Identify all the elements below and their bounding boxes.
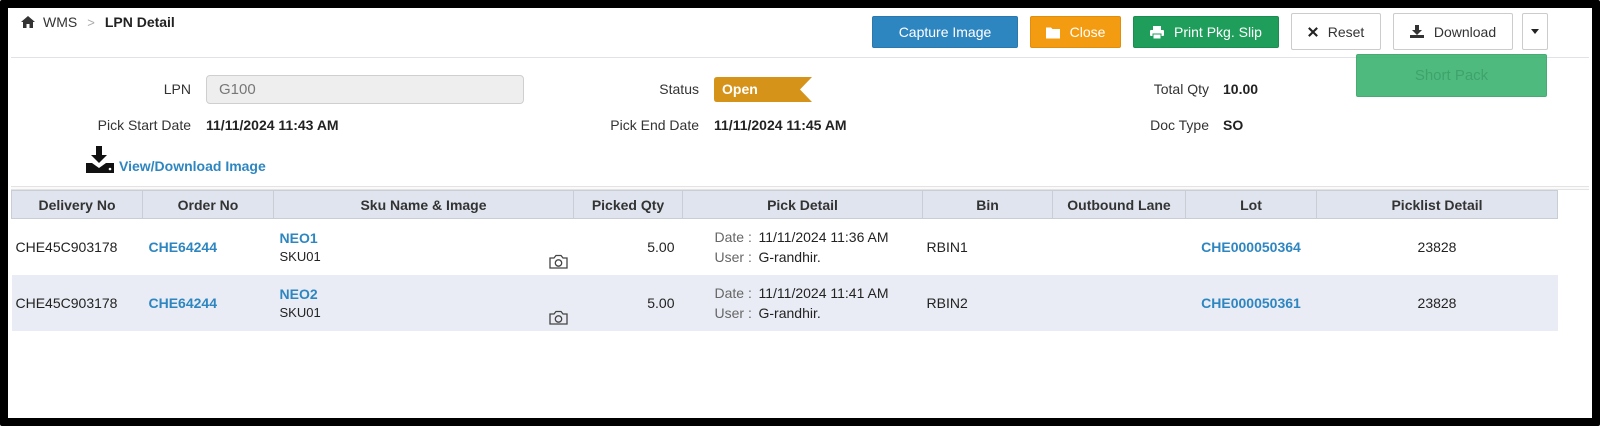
picked-qty-cell: 5.00 (573, 218, 683, 275)
view-download-image-label: View/Download Image (119, 158, 266, 174)
pick-lines-table: Delivery No Order No Sku Name & Image Pi… (11, 190, 1558, 331)
outbound-lane-cell (1052, 218, 1186, 275)
close-label: Close (1069, 24, 1106, 40)
picklist-detail-cell: 23828 (1316, 274, 1558, 331)
doc-type-value: SO (1223, 117, 1244, 133)
pick-detail-cell: Date : 11/11/2024 11:36 AM User : G-randhi… (682, 218, 923, 275)
print-pkg-slip-label: Print Pkg. Slip (1174, 24, 1262, 40)
close-button[interactable]: Close (1030, 16, 1121, 48)
delivery-no-cell: CHE45C903178 (11, 218, 143, 275)
col-header-bin[interactable]: Bin (922, 190, 1053, 219)
pick-end-date-value: 11/11/2024 11:45 AM (714, 117, 847, 133)
view-download-image-link[interactable]: View/Download Image (86, 146, 266, 174)
col-header-sku[interactable]: Sku Name & Image (273, 190, 574, 219)
pick-lines-grid: Delivery No Order No Sku Name & Image Pi… (11, 186, 1589, 331)
outbound-lane-cell (1052, 274, 1186, 331)
sku-code: SKU01 (279, 304, 321, 320)
capture-image-label: Capture Image (898, 24, 992, 40)
download-icon (1409, 25, 1424, 38)
x-icon (1307, 26, 1318, 37)
status-label: Status (659, 81, 699, 97)
table-row: CHE45C903178 CHE64244 NEO1 SKU01 5.00 Da… (11, 218, 1558, 275)
breadcrumb: WMS > LPN Detail (21, 14, 175, 30)
page-title: LPN Detail (104, 14, 175, 30)
col-header-picked-qty[interactable]: Picked Qty (573, 190, 683, 219)
picked-qty-cell: 5.00 (573, 274, 683, 331)
pick-date: 11/11/2024 11:41 AM (758, 284, 889, 301)
folder-icon (1045, 27, 1060, 38)
order-no-link[interactable]: CHE64244 (142, 218, 274, 275)
download-tray-icon (86, 146, 114, 173)
col-header-outbound-lane[interactable]: Outbound Lane (1052, 190, 1186, 219)
lpn-field[interactable] (206, 75, 524, 104)
col-header-lot[interactable]: Lot (1185, 190, 1317, 219)
pick-detail-cell: Date : 11/11/2024 11:41 AM User : G-randhi… (682, 274, 923, 331)
user-key: User : (714, 304, 752, 321)
printer-icon (1150, 25, 1165, 39)
print-pkg-slip-button[interactable]: Print Pkg. Slip (1133, 16, 1279, 48)
bin-cell: RBIN1 (922, 218, 1053, 275)
status-badge: Open (714, 77, 812, 102)
sku-code: SKU01 (279, 248, 321, 264)
pick-date: 11/11/2024 11:36 AM (758, 228, 889, 245)
pick-user: G-randhir. (758, 304, 821, 321)
col-header-pick-detail[interactable]: Pick Detail (682, 190, 923, 219)
caret-down-icon (1531, 29, 1539, 34)
pick-start-date-label: Pick Start Date (97, 117, 191, 133)
pick-user: G-randhir. (758, 248, 821, 265)
table-header-row: Delivery No Order No Sku Name & Image Pi… (11, 190, 1558, 219)
top-bar: WMS > LPN Detail Capture Image Close Pri… (11, 10, 1589, 58)
pick-start-date-value: 11/11/2024 11:43 AM (206, 117, 339, 133)
sku-cell: NEO2 SKU01 (273, 274, 574, 331)
reset-label: Reset (1327, 23, 1365, 40)
date-key: Date : (714, 284, 752, 301)
sku-cell: NEO1 SKU01 (273, 218, 574, 275)
date-key: Date : (714, 228, 752, 245)
pick-end-date-label: Pick End Date (610, 117, 699, 133)
short-pack-button[interactable]: Short Pack (1356, 54, 1547, 97)
order-no-link[interactable]: CHE64244 (142, 274, 274, 331)
sku-name-link[interactable]: NEO1 (280, 230, 570, 246)
col-header-delivery-no[interactable]: Delivery No (11, 190, 143, 219)
total-qty-label: Total Qty (1153, 81, 1209, 97)
status-value: Open (722, 81, 758, 97)
home-icon[interactable] (21, 16, 35, 28)
user-key: User : (714, 248, 752, 265)
total-qty-value: 10.00 (1223, 81, 1259, 97)
bin-cell: RBIN2 (922, 274, 1053, 331)
picklist-detail-cell: 23828 (1316, 218, 1558, 275)
camera-icon[interactable] (548, 310, 568, 325)
col-header-order-no[interactable]: Order No (142, 190, 274, 219)
table-row: CHE45C903178 CHE64244 NEO2 SKU01 5.00 Da… (11, 274, 1558, 331)
lot-link[interactable]: CHE000050364 (1185, 218, 1317, 275)
download-button[interactable]: Download (1393, 13, 1513, 50)
download-dropdown-toggle[interactable] (1522, 13, 1548, 50)
lpn-label: LPN (163, 81, 191, 97)
breadcrumb-separator: > (87, 14, 95, 30)
short-pack-label: Short Pack (1414, 67, 1489, 84)
camera-icon[interactable] (548, 254, 568, 269)
window-frame: WMS > LPN Detail Capture Image Close Pri… (0, 0, 1600, 426)
lot-link[interactable]: CHE000050361 (1185, 274, 1317, 331)
breadcrumb-root[interactable]: WMS (43, 14, 77, 30)
sku-name-link[interactable]: NEO2 (280, 286, 570, 302)
col-header-picklist-detail[interactable]: Picklist Detail (1316, 190, 1558, 219)
doc-type-label: Doc Type (1150, 117, 1209, 133)
capture-image-button[interactable]: Capture Image (872, 16, 1018, 48)
page: WMS > LPN Detail Capture Image Close Pri… (11, 10, 1589, 410)
download-label: Download (1433, 23, 1497, 40)
delivery-no-cell: CHE45C903178 (11, 274, 143, 331)
reset-button[interactable]: Reset (1291, 13, 1381, 50)
